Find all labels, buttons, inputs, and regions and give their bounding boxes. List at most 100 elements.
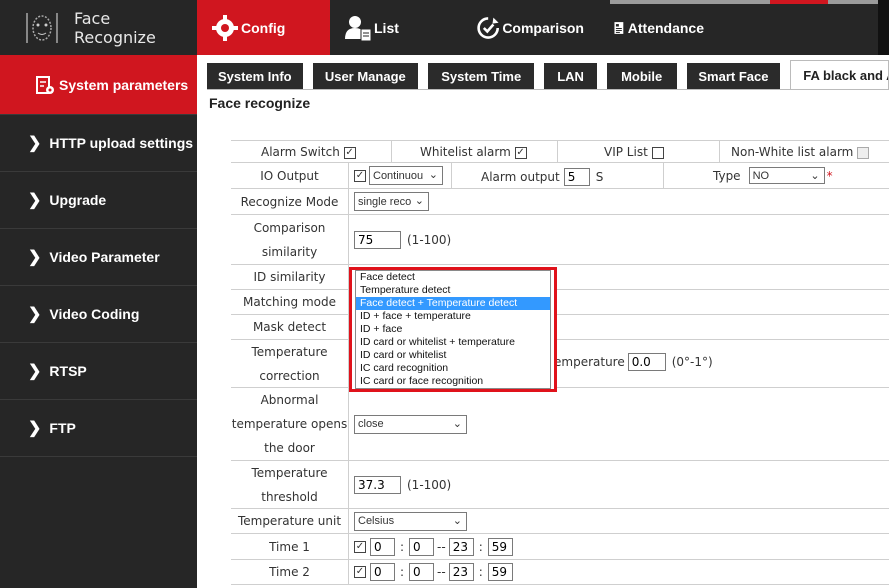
sidebar-item-system-parameters[interactable]: System parameters bbox=[0, 55, 197, 115]
time1-end-hour[interactable] bbox=[448, 537, 474, 556]
time1-start-minute[interactable] bbox=[409, 537, 435, 556]
attendance-icon bbox=[614, 21, 624, 34]
chevron-down-icon: ⌄ bbox=[810, 170, 820, 182]
dropdown-option-selected[interactable]: Face detect + Temperature detect bbox=[356, 297, 550, 310]
sidebar-item-label: Video Parameter bbox=[49, 249, 160, 265]
divider bbox=[663, 163, 664, 189]
brand: Face Recognize bbox=[0, 0, 197, 55]
dropdown-option[interactable]: IC card or face recognition bbox=[356, 375, 550, 388]
divider bbox=[557, 141, 558, 163]
temperature-unit-select-value: Celsius bbox=[358, 515, 395, 527]
time2-end-minute[interactable] bbox=[487, 563, 513, 581]
nav-list[interactable]: List bbox=[330, 0, 462, 55]
dropdown-option[interactable]: Face detect bbox=[356, 271, 550, 284]
time-separator: : bbox=[400, 539, 405, 554]
browser-strip-red bbox=[770, 0, 828, 4]
dropdown-option[interactable]: ID card or whitelist + temperature bbox=[356, 336, 550, 349]
dropdown-option[interactable]: ID + face bbox=[356, 323, 550, 336]
io-output-checkbox[interactable]: ✓ bbox=[354, 169, 366, 182]
type-label: Type bbox=[713, 168, 741, 183]
alarm-output-label: Alarm output bbox=[481, 170, 560, 184]
tab-mobile[interactable]: Mobile bbox=[606, 63, 677, 90]
whitelist-alarm-checkbox[interactable]: ✓ bbox=[514, 146, 527, 159]
top-nav: Config List Comparison Attendance bbox=[197, 0, 718, 55]
dropdown-option[interactable]: ID + face + temperature bbox=[356, 310, 550, 323]
tab-divider bbox=[207, 89, 889, 90]
time1-start-hour[interactable] bbox=[370, 537, 395, 556]
chevron-right-icon: ❯ bbox=[28, 249, 42, 266]
alarm-output-input[interactable] bbox=[563, 168, 590, 186]
recognize-mode-label: Recognize Mode bbox=[231, 189, 349, 214]
nav-list-label: List bbox=[374, 19, 399, 36]
tab-lan[interactable]: LAN bbox=[544, 63, 597, 90]
time-separator: : bbox=[478, 565, 483, 579]
temperature-correction-row: Temperature correction emperature (0°-1°… bbox=[231, 339, 889, 387]
whitelist-alarm: Whitelist alarm ✓ bbox=[420, 145, 527, 159]
tab-bar: System Info User Manage System Time LAN … bbox=[197, 55, 889, 90]
sidebar-item-http-upload[interactable]: ❯ HTTP upload settings bbox=[0, 115, 197, 172]
tab-smart-face[interactable]: Smart Face bbox=[686, 63, 781, 90]
non-white-alarm-label: Non-White list alarm bbox=[731, 145, 854, 159]
divider bbox=[451, 163, 452, 189]
time1-checkbox[interactable]: ✓ bbox=[354, 540, 366, 553]
vip-list-checkbox[interactable] bbox=[651, 146, 664, 159]
recognize-mode-value: single reco ⌄ bbox=[354, 189, 429, 214]
label-line: Comparison bbox=[253, 220, 326, 235]
matching-mode-label: Matching mode bbox=[231, 290, 349, 314]
tab-system-time[interactable]: System Time bbox=[428, 63, 535, 90]
io-output-select-value: Continuou bbox=[373, 169, 424, 182]
alarm-switch-checkbox[interactable]: ✓ bbox=[343, 146, 356, 159]
sidebar-item-label: RTSP bbox=[49, 363, 87, 379]
temperature-correction-label: Temperature correction bbox=[231, 340, 349, 387]
tab-user-manage[interactable]: User Manage bbox=[312, 63, 419, 90]
sidebar-item-ftp[interactable]: ❯ FTP bbox=[0, 400, 197, 457]
comparison-icon bbox=[477, 16, 500, 39]
abnormal-temperature-select[interactable]: close ⌄ bbox=[354, 414, 467, 434]
temperature-threshold-row: Temperature threshold (1-100) bbox=[231, 460, 889, 508]
time2-start-minute[interactable] bbox=[409, 563, 435, 581]
io-output-select[interactable]: Continuou ⌄ bbox=[369, 166, 443, 185]
time2-label: Time 2 bbox=[231, 560, 349, 584]
time-dash: -- bbox=[437, 539, 446, 554]
comparison-similarity-label: Comparison similarity bbox=[231, 215, 349, 264]
type-select[interactable]: NO ⌄ bbox=[748, 167, 825, 184]
sidebar-item-video-parameter[interactable]: ❯ Video Parameter bbox=[0, 229, 197, 286]
comparison-similarity-input[interactable] bbox=[354, 230, 401, 249]
window-edge bbox=[878, 0, 889, 55]
temperature-threshold-label: Temperature threshold bbox=[231, 461, 349, 508]
nav-comparison-label: Comparison bbox=[502, 19, 584, 36]
label-line: Temperature bbox=[251, 465, 328, 480]
tab-system-info[interactable]: System Info bbox=[207, 63, 303, 90]
section-title: Face recognize bbox=[209, 95, 311, 111]
time2-checkbox[interactable]: ✓ bbox=[354, 566, 366, 578]
alarm-switch: Alarm Switch ✓ bbox=[261, 145, 356, 159]
dropdown-option[interactable]: Temperature detect bbox=[356, 284, 550, 297]
settings-doc-icon bbox=[36, 75, 54, 94]
recognize-mode-select[interactable]: single reco ⌄ bbox=[354, 192, 429, 211]
time2-start-hour[interactable] bbox=[370, 563, 395, 581]
time1-end-minute[interactable] bbox=[487, 537, 513, 556]
nav-attendance[interactable]: Attendance bbox=[598, 0, 718, 55]
recognize-mode-row: Recognize Mode single reco ⌄ bbox=[231, 188, 889, 214]
dropdown-option[interactable]: ID card or whitelist bbox=[356, 349, 550, 362]
temperature-correction-input[interactable] bbox=[627, 353, 666, 371]
nav-config[interactable]: Config bbox=[197, 0, 330, 55]
sidebar-item-rtsp[interactable]: ❯ RTSP bbox=[0, 343, 197, 400]
sidebar-item-video-coding[interactable]: ❯ Video Coding bbox=[0, 286, 197, 343]
temperature-correction-field: emperature (0°-1°) bbox=[554, 353, 713, 371]
dropdown-option[interactable]: IC card recognition bbox=[356, 362, 550, 375]
non-white-alarm: Non-White list alarm bbox=[731, 145, 870, 159]
sidebar-item-upgrade[interactable]: ❯ Upgrade bbox=[0, 172, 197, 229]
non-white-alarm-checkbox[interactable] bbox=[857, 146, 870, 159]
time2-end-hour[interactable] bbox=[448, 563, 474, 581]
io-output-label: IO Output bbox=[231, 163, 349, 188]
abnormal-temperature-label: Abnormal temperature opens the door bbox=[231, 388, 349, 460]
tab-fa-black-and[interactable]: FA black and A bbox=[790, 60, 889, 90]
vip-list: VIP List bbox=[604, 145, 664, 159]
vip-list-label: VIP List bbox=[604, 145, 648, 159]
temperature-threshold-input[interactable] bbox=[354, 475, 401, 494]
nav-comparison[interactable]: Comparison bbox=[462, 0, 598, 55]
temperature-correction-partial-label: emperature bbox=[554, 355, 625, 369]
temperature-unit-select[interactable]: Celsius ⌄ bbox=[354, 511, 467, 531]
label-line: the door bbox=[264, 441, 315, 455]
